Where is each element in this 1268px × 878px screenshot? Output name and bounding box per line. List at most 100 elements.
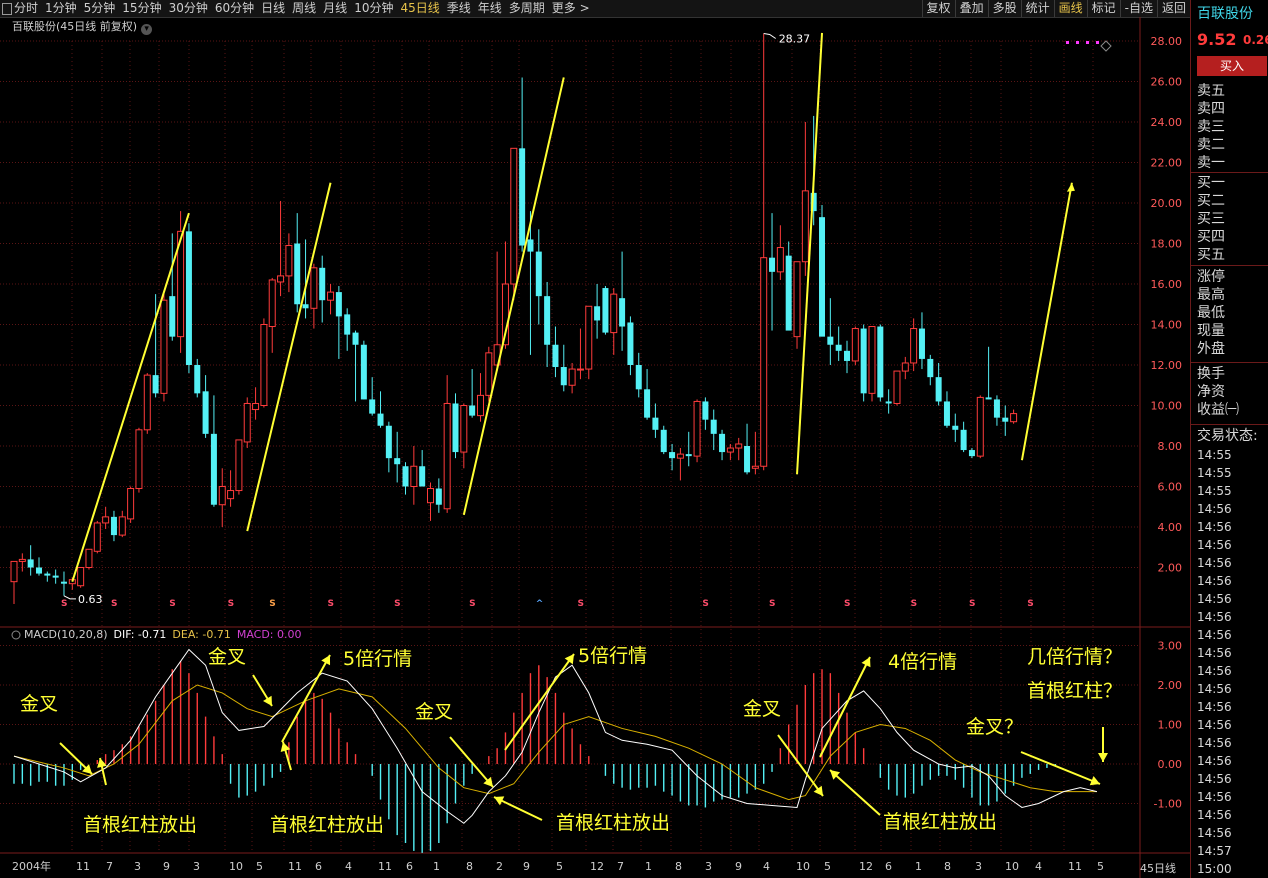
tool-button-1[interactable]: 叠加 (954, 0, 988, 17)
buy-button[interactable]: 买入 (1197, 56, 1267, 76)
candle (877, 324, 884, 402)
candle-body (60, 581, 67, 584)
chevron-down-icon[interactable]: ▾ (141, 24, 153, 35)
period-tab-11[interactable]: 季线 (447, 0, 471, 17)
candle (585, 305, 593, 380)
ask-levels: 卖五 卖四 卖三 卖二 卖一 (1197, 82, 1268, 172)
candle (102, 506, 110, 530)
period-tab-10[interactable]: 45日线 (400, 0, 439, 17)
candle-body (527, 239, 534, 252)
trend-line[interactable] (462, 77, 565, 516)
tool-button-4[interactable]: 画线 (1053, 0, 1087, 17)
candle (435, 478, 442, 513)
candle-body (676, 453, 684, 459)
tool-button-6[interactable]: -自选 (1119, 0, 1157, 17)
trade-status-label: 交易状态: (1197, 428, 1258, 444)
macd-header-macd: MACD: 0.00 (237, 628, 302, 641)
dot-indicator (1086, 41, 1089, 44)
candle (901, 356, 909, 380)
time-tick-label: 8 (944, 860, 951, 873)
period-tab-6[interactable]: 日线 (261, 0, 285, 17)
candle (744, 423, 751, 475)
candle-body (960, 429, 967, 451)
period-tab-12[interactable]: 年线 (478, 0, 502, 17)
period-tab-13[interactable]: 多周期 (509, 0, 545, 17)
candle-body (302, 304, 309, 309)
tick-times: 14:55 14:55 14:55 14:56 14:56 14:56 14:56 14:56… (1197, 446, 1232, 878)
macd-settings-icon[interactable] (11, 630, 21, 640)
asks-3: 卖二 (1197, 137, 1225, 153)
tool-button-7[interactable]: 返回 (1156, 0, 1190, 17)
period-tab-7[interactable]: 周线 (292, 0, 316, 17)
candle (160, 290, 168, 402)
stats2-0: 换手 (1197, 366, 1225, 382)
tool-button-5[interactable]: 标记 (1086, 0, 1120, 17)
annotation-text: 金叉？ (966, 716, 1023, 738)
trend-line[interactable] (71, 212, 190, 582)
candle-body (360, 344, 367, 400)
diamond-icon[interactable] (1100, 40, 1112, 52)
stat-list: 涨停 最高 最低 现量 外盘 (1197, 268, 1268, 358)
times-7: 14:56 (1197, 574, 1232, 588)
period-tab-0[interactable]: 分时 (14, 0, 38, 17)
period-tab-bottom[interactable]: 45日线 (1140, 860, 1176, 876)
candle (510, 147, 518, 301)
candle-body (568, 368, 576, 386)
times-21: 14:56 (1197, 826, 1232, 840)
candle (801, 122, 809, 276)
period-tab-5[interactable]: 60分钟 (215, 0, 254, 17)
stats-0: 涨停 (1197, 269, 1225, 285)
candle-body (1002, 417, 1009, 422)
candle (552, 326, 559, 378)
signal-marker: S (394, 599, 400, 609)
price-tick-label: 10.00 (1151, 400, 1183, 413)
annotation-text: 5倍行情 (578, 645, 647, 667)
time-tick-label: 10 (1005, 860, 1019, 873)
tool-button-3[interactable]: 统计 (1020, 0, 1054, 17)
price-tick-label: 12.00 (1151, 359, 1183, 372)
trend-line[interactable] (796, 32, 824, 475)
window-icon[interactable] (2, 3, 12, 15)
arrowhead (564, 654, 574, 665)
signal-marker: S (911, 599, 917, 609)
candle (402, 462, 409, 495)
candle-body (602, 288, 609, 333)
period-tab-1[interactable]: 1分钟 (45, 0, 77, 17)
candle (835, 326, 842, 361)
candle-body (660, 429, 667, 453)
time-tick-label: 1 (433, 860, 440, 873)
candle-body (110, 516, 117, 536)
period-tab-9[interactable]: 10分钟 (354, 0, 393, 17)
period-tab-8[interactable]: 月线 (323, 0, 347, 17)
candle-body (410, 465, 418, 487)
period-tab-4[interactable]: 30分钟 (169, 0, 208, 17)
candle-body (344, 314, 351, 335)
candle (443, 375, 451, 513)
candle (202, 375, 209, 438)
candle-body (519, 148, 526, 246)
chart-tools: 复权 叠加 多股 统计 画线 标记 -自选 返回 (921, 0, 1190, 17)
stock-name[interactable]: 百联股份 (1197, 3, 1253, 23)
candle-body (760, 257, 768, 467)
candle (493, 251, 501, 372)
candle (110, 510, 117, 542)
candle-body (585, 305, 593, 370)
tool-button-2[interactable]: 多股 (987, 0, 1021, 17)
candle (594, 284, 601, 339)
candle (285, 233, 293, 293)
period-tab-14[interactable]: 更多 > (552, 0, 590, 17)
candle-body (685, 454, 692, 457)
time-tick-label: 8 (675, 860, 682, 873)
kline-chart[interactable]: 28.0026.0024.0022.0020.0018.0016.0014.00… (0, 17, 1190, 878)
period-tab-3[interactable]: 15分钟 (122, 0, 161, 17)
divider (1191, 362, 1268, 363)
candle-body (118, 516, 126, 536)
candle (985, 346, 992, 400)
tool-button-0[interactable]: 复权 (921, 0, 955, 17)
candle-body (644, 389, 651, 418)
candle (268, 277, 276, 353)
period-tab-2[interactable]: 5分钟 (84, 0, 116, 17)
candle (952, 413, 959, 442)
candle (685, 431, 692, 467)
candle (844, 340, 850, 374)
